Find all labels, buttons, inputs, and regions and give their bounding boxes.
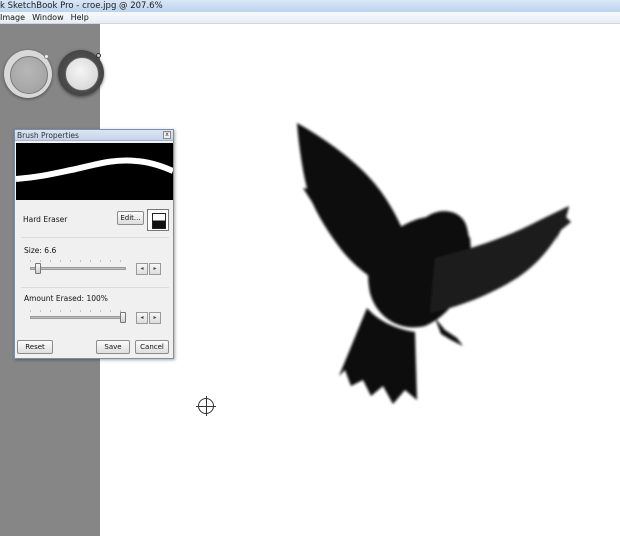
window-titlebar: k SketchBook Pro - croe.jpg @ 207.6% (0, 0, 620, 12)
size-increase-button[interactable]: ▸ (149, 263, 161, 275)
reset-button[interactable]: Reset (17, 340, 53, 354)
brush-name-label: Hard Eraser (23, 215, 68, 224)
amount-decrease-button[interactable]: ◂ (136, 312, 148, 324)
save-button[interactable]: Save (96, 340, 130, 354)
cancel-button[interactable]: Cancel (135, 340, 169, 354)
brush-properties-dialog: Brush Properties x Hard Eraser Edit... S… (14, 129, 174, 359)
brush-puck-icon[interactable] (58, 50, 104, 96)
brush-stroke-preview (16, 143, 173, 200)
edit-brush-button[interactable]: Edit... (117, 211, 144, 225)
color-puck-icon[interactable] (4, 50, 52, 98)
amount-increase-button[interactable]: ▸ (149, 312, 161, 324)
amount-erased-slider-handle[interactable] (120, 312, 126, 323)
divider (21, 287, 169, 288)
menu-item-image[interactable]: Image (0, 13, 30, 22)
amount-erased-slider[interactable] (30, 316, 126, 319)
puck-indicator-icon (96, 53, 101, 58)
size-slider[interactable] (30, 267, 126, 270)
amount-erased-label: Amount Erased: 100% (24, 294, 108, 303)
close-icon[interactable]: x (163, 131, 171, 139)
menu-item-window[interactable]: Window (30, 13, 69, 22)
menu-item-help[interactable]: Help (69, 13, 94, 22)
dialog-title: Brush Properties (17, 131, 79, 140)
brush-cursor-icon (196, 396, 216, 416)
amount-ticks (30, 310, 126, 312)
size-slider-handle[interactable] (34, 263, 41, 274)
puck-indicator-icon (44, 54, 49, 59)
menu-bar: Image Window Help (0, 12, 620, 24)
size-label: Size: 6.6 (24, 246, 57, 255)
crow-drawing (297, 123, 571, 404)
size-decrease-button[interactable]: ◂ (136, 263, 148, 275)
divider (21, 237, 169, 238)
size-ticks (30, 260, 126, 262)
window-title: k SketchBook Pro - croe.jpg @ 207.6% (0, 1, 163, 11)
eraser-swatch-icon[interactable] (147, 209, 169, 231)
stroke-preview-svg (16, 157, 173, 182)
dialog-title-bar[interactable]: Brush Properties x (15, 130, 173, 141)
